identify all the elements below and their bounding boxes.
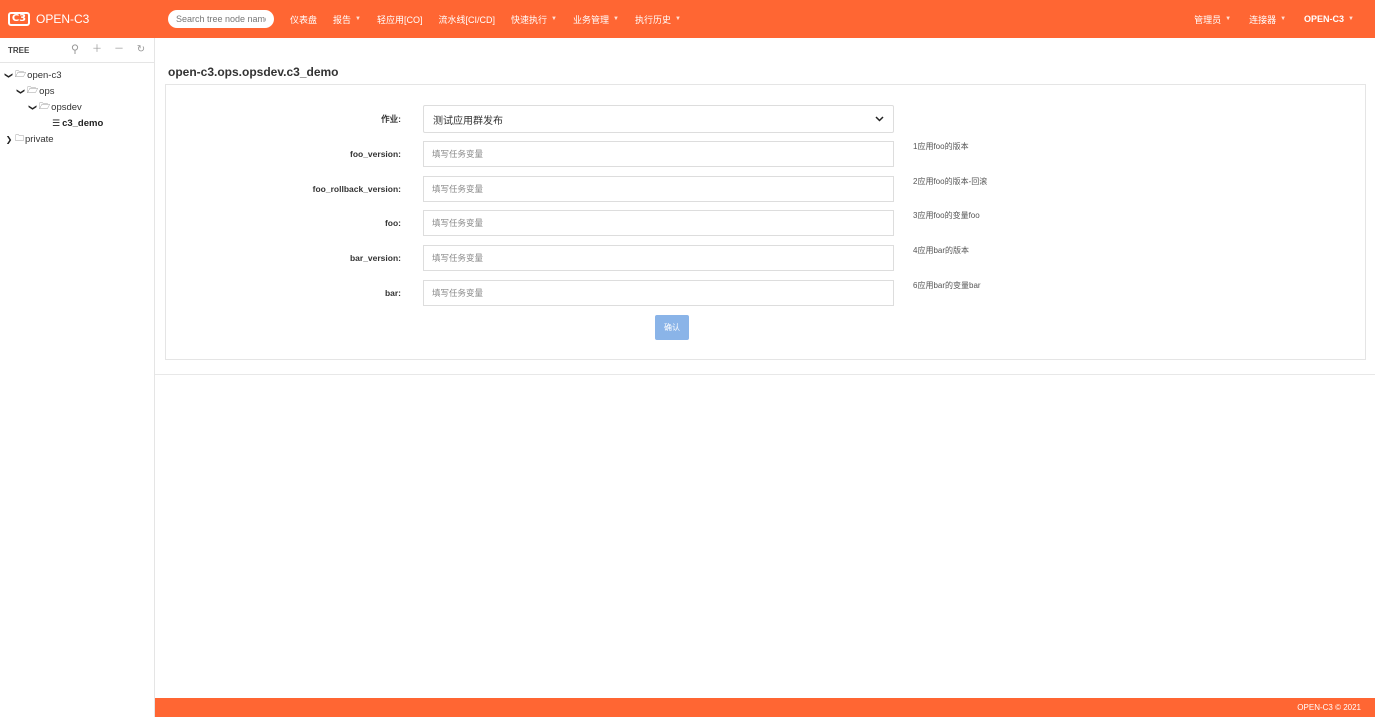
- tree-node-c3-demo[interactable]: ☰ c3_demo: [0, 115, 154, 131]
- main-nav: 仪表盘 报告 ▼ 轻应用[CO] 流水线[CI/CD] 快速执行 ▼ 业务管理 ▼ 执…: [282, 13, 689, 26]
- foo-input[interactable]: [423, 210, 894, 236]
- chevron-down-icon: ▼: [613, 16, 619, 22]
- nav-report[interactable]: 报告 ▼: [333, 13, 361, 26]
- field-label: foo_version:: [349, 149, 401, 159]
- chevron-down-icon: ▼: [355, 16, 361, 22]
- location-icon[interactable]: [70, 43, 80, 57]
- field-label: foo:: [384, 218, 401, 228]
- nav-user-menu[interactable]: OPEN-C3 ▼: [1304, 14, 1354, 24]
- tree-sidebar: TREE ＋ － ↻ ❯ 🗁 open-c3 ❯ 🗁 ops ❯ 🗁 opsde…: [0, 38, 155, 717]
- field-hint: 6应用bar的变量bar: [913, 281, 981, 290]
- chevron-down-icon: ▼: [674, 16, 681, 22]
- field-row: bar: 6应用bar的变量bar: [166, 280, 1367, 306]
- nav-business-label: 业务管理: [572, 14, 609, 25]
- tree-node-ops[interactable]: ❯ 🗁 ops: [0, 83, 154, 99]
- nav-quick-exec[interactable]: 快速执行 ▼: [511, 13, 557, 26]
- plus-icon[interactable]: ＋: [92, 45, 102, 55]
- copyright: OPEN-C3 © 2021: [1297, 703, 1361, 712]
- bar-input[interactable]: [423, 280, 894, 306]
- nav-connector[interactable]: 连接器 ▼: [1249, 13, 1286, 26]
- job-select-value: 测试应用群发布: [433, 115, 503, 127]
- tree-node-label: c3_demo: [62, 117, 104, 129]
- folder-open-icon: 🗁: [27, 85, 39, 95]
- chevron-down-icon: ▼: [551, 16, 557, 22]
- nav-light-app-label: 轻应用[CO]: [376, 14, 423, 25]
- field-label: foo_rollback_version:: [312, 184, 401, 194]
- nav-admin[interactable]: 管理员 ▼: [1194, 13, 1231, 26]
- job-form-panel: 作业: 测试应用群发布 foo_version: 1应用foo的版本 foo_r…: [165, 84, 1366, 360]
- field-hint: 4应用bar的版本: [913, 246, 970, 255]
- folder-open-icon: 🗁: [15, 69, 27, 79]
- brand-name: OPEN-C3: [36, 12, 90, 26]
- tree-node-label: open-c3: [27, 69, 62, 81]
- field-hint: 1应用foo的版本: [913, 142, 969, 151]
- bar-version-input[interactable]: [423, 245, 894, 271]
- tree-node-label: opsdev: [51, 101, 82, 113]
- nav-business[interactable]: 业务管理 ▼: [573, 13, 619, 26]
- nav-history-label: 执行历史: [634, 14, 671, 25]
- nav-admin-label: 管理员: [1194, 14, 1222, 25]
- nav-light-app[interactable]: 轻应用[CO]: [377, 13, 423, 26]
- chevron-right-icon[interactable]: ❯: [4, 135, 14, 144]
- confirm-button[interactable]: 确认: [655, 315, 689, 340]
- field-label: bar_version:: [349, 253, 401, 263]
- nav-report-label: 报告: [333, 14, 352, 25]
- tree-node-label: ops: [39, 85, 55, 97]
- job-label: 作业:: [381, 114, 401, 124]
- field-row: foo_version: 1应用foo的版本: [166, 141, 1367, 167]
- footer: OPEN-C3 © 2021: [155, 698, 1375, 717]
- chevron-down-icon: [875, 114, 884, 124]
- nav-pipeline[interactable]: 流水线[CI/CD]: [439, 13, 496, 26]
- tree-node-label: private: [25, 133, 54, 145]
- divider: [155, 374, 1375, 375]
- nav-dashboard-label: 仪表盘: [290, 14, 318, 25]
- nav-quick-exec-label: 快速执行: [511, 14, 548, 25]
- folder-open-icon: 🗁: [39, 101, 51, 111]
- sliders-icon: ☰: [52, 117, 61, 128]
- chevron-down-icon: ▼: [1348, 16, 1354, 22]
- field-row: foo: 3应用foo的变量foo: [166, 210, 1367, 236]
- tree-node-opsdev[interactable]: ❯ 🗁 opsdev: [0, 99, 154, 115]
- nav-pipeline-label: 流水线[CI/CD]: [438, 14, 496, 25]
- user-nav: 管理员 ▼ 连接器 ▼ OPEN-C3 ▼: [1185, 13, 1375, 26]
- foo-version-input[interactable]: [423, 141, 894, 167]
- tree-toolbar: ＋ － ↻: [58, 43, 146, 57]
- field-hint: 2应用foo的版本-回滚: [913, 177, 988, 186]
- chevron-down-icon[interactable]: ❯: [17, 86, 26, 96]
- chevron-down-icon[interactable]: ❯: [29, 102, 38, 112]
- field-hint: 3应用foo的变量foo: [913, 211, 980, 220]
- tree: ❯ 🗁 open-c3 ❯ 🗁 ops ❯ 🗁 opsdev ☰ c3_demo…: [0, 63, 154, 147]
- chevron-down-icon: ▼: [1225, 16, 1232, 22]
- folder-icon: 🗀: [15, 133, 25, 143]
- chevron-down-icon[interactable]: ❯: [5, 70, 14, 80]
- nav-connector-label: 连接器: [1249, 14, 1277, 25]
- minus-icon[interactable]: －: [114, 45, 124, 55]
- brand[interactable]: C3 OPEN-C3: [0, 12, 160, 26]
- tree-node-private[interactable]: ❯ 🗀 private: [0, 131, 154, 147]
- nav-history[interactable]: 执行历史 ▼: [635, 13, 681, 26]
- nav-dashboard[interactable]: 仪表盘: [290, 13, 317, 26]
- field-row: foo_rollback_version: 2应用foo的版本-回滚: [166, 176, 1367, 202]
- nav-user-menu-label: OPEN-C3: [1304, 14, 1345, 24]
- tree-search-input[interactable]: [168, 10, 274, 28]
- refresh-icon[interactable]: ↻: [136, 45, 146, 55]
- tree-title: TREE: [8, 45, 30, 55]
- main-content: open-c3.ops.opsdev.c3_demo 作业: 测试应用群发布 f…: [155, 38, 1375, 698]
- page-title: open-c3.ops.opsdev.c3_demo: [168, 65, 339, 79]
- chevron-down-icon: ▼: [1280, 16, 1287, 22]
- field-row: bar_version: 4应用bar的版本: [166, 245, 1367, 271]
- field-label: bar:: [384, 288, 401, 298]
- top-navbar: C3 OPEN-C3 仪表盘 报告▼ 轻应用[CO] 流水线[CI/CD] 快速…: [0, 0, 1375, 38]
- brand-logo: C3: [8, 12, 30, 26]
- tree-header: TREE ＋ － ↻: [0, 38, 154, 63]
- job-row: 作业: 测试应用群发布: [166, 105, 1367, 133]
- foo-rollback-version-input[interactable]: [423, 176, 894, 202]
- tree-node-open-c3[interactable]: ❯ 🗁 open-c3: [0, 67, 154, 83]
- job-select[interactable]: 测试应用群发布: [423, 105, 894, 133]
